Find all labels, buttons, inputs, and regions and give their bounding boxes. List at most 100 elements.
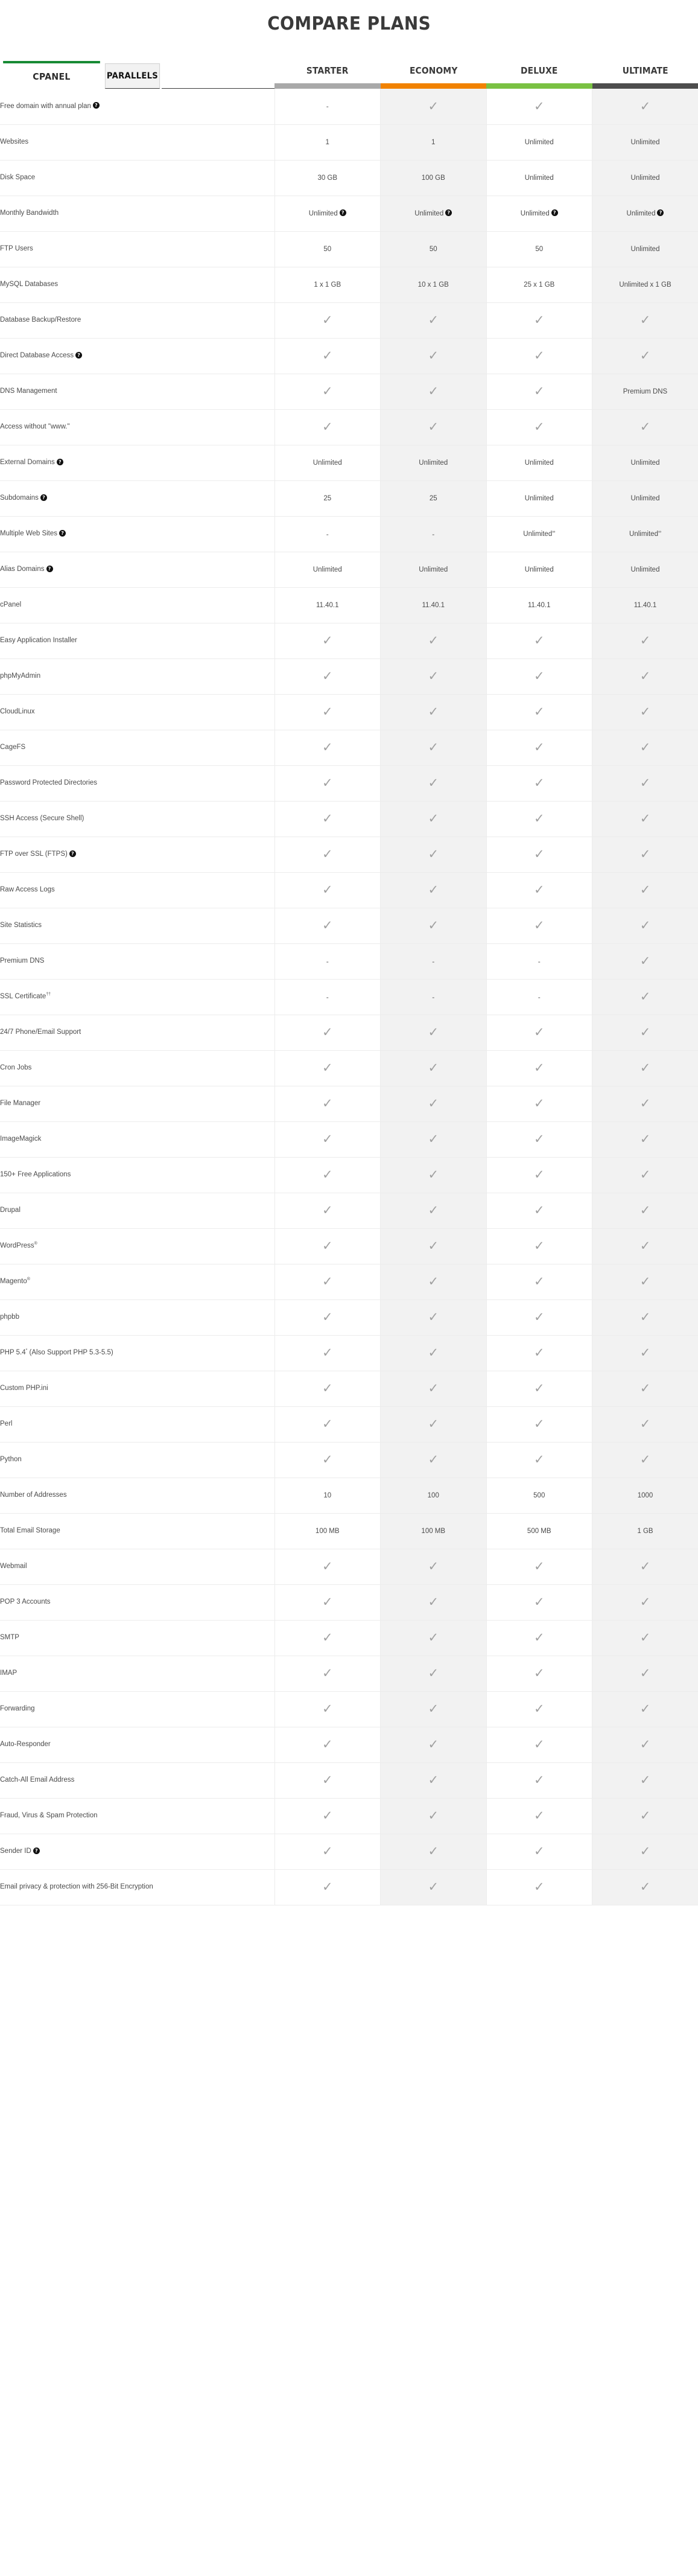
- plan-value-cell: ✓: [486, 1264, 592, 1300]
- help-icon[interactable]: ?: [75, 351, 83, 359]
- plan-value-cell: ✓: [274, 1869, 381, 1905]
- plan-value-cell: ✓: [486, 1584, 592, 1621]
- plan-value-cell: Unlimited?: [592, 196, 698, 232]
- plan-value-text: Unlimited: [520, 209, 550, 217]
- check-icon: ✓: [533, 1879, 545, 1894]
- plan-value-cell: ✓: [380, 837, 487, 873]
- tab-parallels[interactable]: PARALLELS: [104, 63, 160, 89]
- plan-value-cell: ✓: [592, 1727, 698, 1763]
- help-icon[interactable]: ?: [339, 209, 346, 216]
- plan-value-cell: 10 x 1 GB: [380, 267, 487, 303]
- check-icon: ✓: [428, 1559, 439, 1573]
- check-icon: ✓: [639, 847, 651, 861]
- check-icon: ✓: [533, 1274, 545, 1289]
- feature-label-cell: Auto-Responder: [0, 1727, 275, 1763]
- plan-value-cell: ✓: [486, 1442, 592, 1478]
- check-icon: ✓: [639, 989, 651, 1004]
- plan-value-cell: ✓: [274, 1549, 381, 1585]
- help-icon[interactable]: ?: [33, 1847, 40, 1854]
- check-icon: ✓: [428, 1808, 439, 1823]
- check-icon: ✓: [322, 1452, 333, 1467]
- plan-accent-bar-deluxe: [486, 83, 592, 89]
- feature-label-cell: POP 3 Accounts: [0, 1584, 275, 1621]
- check-icon: ✓: [639, 1595, 651, 1609]
- help-icon[interactable]: ?: [551, 209, 558, 216]
- plan-value-cell: ✓: [486, 730, 592, 766]
- plan-value-cell: 50: [380, 231, 487, 267]
- check-icon: ✓: [428, 1595, 439, 1609]
- help-icon[interactable]: ?: [69, 850, 76, 857]
- not-included-dash: -: [432, 992, 435, 1001]
- feature-label: Webmail: [0, 1563, 27, 1570]
- plan-name-economy: ECONOMY: [409, 65, 458, 76]
- feature-label: POP 3 Accounts: [0, 1598, 51, 1606]
- feature-label-cell: SSL Certificate††: [0, 979, 275, 1015]
- plan-value-cell: ✓: [274, 837, 381, 873]
- plan-value-cell: ✓: [380, 730, 487, 766]
- plan-value-cell: 100: [380, 1478, 487, 1514]
- table-row: External Domains? Unlimited Unlimited Unlim…: [0, 445, 698, 481]
- plan-value-cell: ✓: [380, 908, 487, 944]
- plan-value-cell: ✓: [380, 1549, 487, 1585]
- plan-value-cell: 25: [380, 480, 487, 517]
- plan-value-cell: ✓: [592, 1335, 698, 1371]
- feature-label: Forwarding: [0, 1705, 35, 1713]
- check-icon: ✓: [639, 1310, 651, 1324]
- feature-label: Sender ID: [0, 1848, 31, 1855]
- plan-value-text: Unlimited: [630, 245, 660, 253]
- table-row: DNS Management ✓ ✓ ✓ Premium DNS: [0, 374, 698, 410]
- help-icon[interactable]: ?: [92, 102, 100, 109]
- plan-value-cell: ✓: [486, 1762, 592, 1799]
- plan-value-cell: ✓: [380, 1050, 487, 1086]
- check-icon: ✓: [639, 313, 651, 327]
- feature-label-cell: CageFS: [0, 730, 275, 766]
- plan-value-text: 10: [323, 1491, 332, 1499]
- plan-value-cell: 100 MB: [380, 1513, 487, 1549]
- feature-label: Fraud, Virus & Spam Protection: [0, 1812, 98, 1820]
- plan-value-cell: ✓: [486, 837, 592, 873]
- check-icon: ✓: [322, 313, 333, 327]
- plan-value-text: Unlimited: [419, 459, 448, 467]
- plan-value-text: 11.40.1: [633, 601, 657, 609]
- plan-value-cell: 11.40.1: [274, 587, 381, 623]
- check-icon: ✓: [322, 1844, 333, 1858]
- plan-value-text: 1: [431, 138, 436, 146]
- plan-value-cell: ✓: [380, 1656, 487, 1692]
- feature-label-cell: CloudLinux: [0, 694, 275, 730]
- feature-label-cell: Email privacy & protection with 256-Bit …: [0, 1869, 275, 1905]
- tab-underline-filler: [162, 88, 274, 89]
- plan-value-text: 50: [429, 245, 437, 253]
- plan-value-cell: ✓: [486, 801, 592, 837]
- help-icon[interactable]: ?: [657, 209, 664, 216]
- feature-label: File Manager: [0, 1100, 41, 1108]
- check-icon: ✓: [322, 1381, 333, 1395]
- plan-value-cell: -: [486, 943, 592, 980]
- feature-label-cell: Free domain with annual plan?: [0, 89, 275, 125]
- check-icon: ✓: [533, 98, 545, 113]
- plan-value-text: 11.40.1: [316, 601, 339, 609]
- plan-value-text: 25 x 1 GB: [524, 281, 555, 289]
- table-row: MySQL Databases 1 x 1 GB 10 x 1 GB 25 x 1 G…: [0, 267, 698, 303]
- table-row: Custom PHP.ini ✓ ✓ ✓ ✓: [0, 1371, 698, 1407]
- help-icon[interactable]: ?: [445, 209, 452, 216]
- table-row: Disk Space 30 GB 100 GB Unlimited Unlimited: [0, 160, 698, 196]
- feature-label-cell: Alias Domains?: [0, 552, 275, 588]
- table-row: Cron Jobs ✓ ✓ ✓ ✓: [0, 1050, 698, 1086]
- check-icon: ✓: [322, 669, 333, 683]
- plan-value-cell: ✓: [380, 89, 487, 125]
- plan-value-text: 1 x 1 GB: [314, 281, 341, 289]
- plan-value-cell: Unlimited: [486, 480, 592, 517]
- feature-label-cell: WordPress®: [0, 1228, 275, 1264]
- help-icon[interactable]: ?: [46, 565, 53, 572]
- check-icon: ✓: [639, 1345, 651, 1360]
- tab-cpanel[interactable]: CPANEL: [3, 61, 100, 89]
- plan-value-cell: Unlimited: [274, 552, 381, 588]
- help-icon[interactable]: ?: [59, 529, 66, 537]
- check-icon: ✓: [639, 348, 651, 363]
- plan-value-text: Unlimited: [313, 566, 342, 573]
- help-icon[interactable]: ?: [56, 458, 63, 465]
- feature-label-cell: Total Email Storage: [0, 1513, 275, 1549]
- plan-value-text: Unlimited: [626, 209, 656, 217]
- help-icon[interactable]: ?: [40, 494, 47, 501]
- feature-label-cell: Number of Addresses: [0, 1478, 275, 1514]
